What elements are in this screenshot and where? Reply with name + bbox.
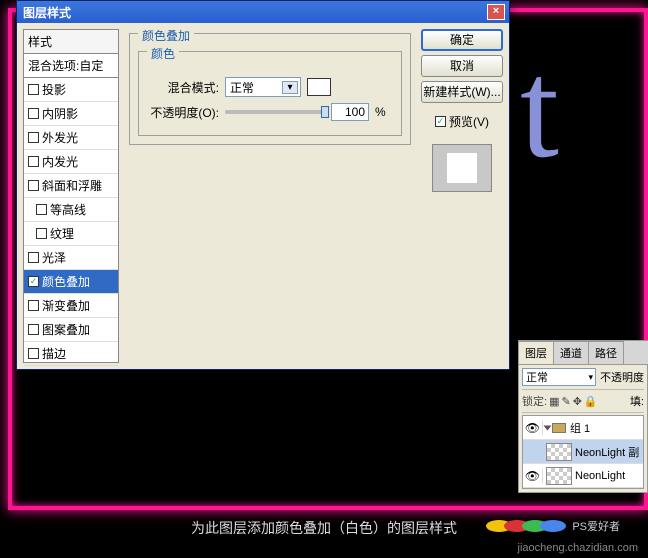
visibility-toggle[interactable]: 👁 [523,421,543,435]
checkbox[interactable] [28,324,39,335]
layer-thumb[interactable] [546,443,572,461]
checkbox[interactable] [28,180,39,191]
preview-checkbox-row[interactable]: 预览(V) [421,113,503,130]
folder-icon [552,423,566,433]
logo-text: PS爱好者 [572,518,620,534]
checkbox[interactable] [28,132,39,143]
lock-all-icon[interactable]: 🔒 [584,395,598,408]
styles-list: 样式 混合选项:自定 投影 内阴影 外发光 内发光 斜面和浮雕 等高线 纹理 光… [23,29,119,363]
effect-outer-glow[interactable]: 外发光 [24,126,118,150]
lock-paint-icon[interactable]: ✎ [561,395,570,408]
expand-icon[interactable] [544,425,552,430]
cancel-button[interactable]: 取消 [421,55,503,77]
visibility-toggle[interactable]: 👁 [523,469,543,483]
new-style-button[interactable]: 新建样式(W)... [421,81,503,103]
logo-disc-icon [540,520,566,532]
opacity-label: 不透明度(O): [147,104,219,121]
effect-pattern-overlay[interactable]: 图案叠加 [24,318,118,342]
blend-mode-label: 混合模式: [147,79,219,96]
ok-button[interactable]: 确定 [421,29,503,51]
overlay-color-swatch[interactable] [307,78,331,96]
watermark-url: jiaocheng.chazidian.com [518,542,638,554]
checkbox[interactable] [28,156,39,167]
preview-checkbox[interactable] [435,116,446,127]
effect-stroke[interactable]: 描边 [24,342,118,366]
color-fieldset: 颜色 混合模式: 正常 不透明度(O): % [138,51,402,136]
layer-name: NeonLight [575,470,625,482]
layer-blend-select[interactable]: 正常 [522,368,596,386]
effect-bevel-emboss[interactable]: 斜面和浮雕 [24,174,118,198]
opacity-slider[interactable] [225,110,325,114]
close-button[interactable]: × [487,4,505,20]
checkbox[interactable] [28,84,39,95]
fieldset-title: 颜色叠加 [138,27,194,44]
effect-color-overlay[interactable]: 颜色叠加 [24,270,118,294]
inner-fieldset-title: 颜色 [147,45,179,62]
opacity-unit: % [375,105,386,119]
layer-row-1[interactable]: NeonLight 副 [523,440,643,464]
effect-texture[interactable]: 纹理 [24,222,118,246]
layer-row-2[interactable]: 👁 NeonLight [523,464,643,488]
layers-panel: 图层 通道 路径 正常 不透明度 锁定: ▦ ✎ ✥ 🔒 填: 👁 [518,340,648,493]
effect-gradient-overlay[interactable]: 渐变叠加 [24,294,118,318]
checkbox[interactable] [28,252,39,263]
checkbox[interactable] [28,108,39,119]
fill-label: 填: [630,393,644,409]
checkbox[interactable] [28,300,39,311]
canvas-text: t [520,40,640,300]
effect-contour[interactable]: 等高线 [24,198,118,222]
opacity-mini-label: 不透明度 [600,369,644,385]
slider-thumb[interactable] [321,106,329,118]
layer-name: NeonLight 副 [575,444,639,460]
checkbox[interactable] [36,204,47,215]
lock-label: 锁定: [522,393,547,409]
preview-inner [447,153,477,183]
group-name: 组 1 [570,420,590,436]
tab-layers[interactable]: 图层 [518,341,554,364]
effect-drop-shadow[interactable]: 投影 [24,78,118,102]
blend-options-row[interactable]: 混合选项:自定 [24,54,118,78]
lock-position-icon[interactable]: ✥ [573,395,582,408]
preview-label: 预览(V) [449,113,489,130]
tab-channels[interactable]: 通道 [553,341,589,364]
dialog-buttons: 确定 取消 新建样式(W)... 预览(V) [421,29,503,363]
checkbox[interactable] [28,348,39,359]
checkbox[interactable] [36,228,47,239]
lock-transparency-icon[interactable]: ▦ [549,395,559,408]
checkbox[interactable] [28,276,39,287]
blend-mode-select[interactable]: 正常 [225,77,301,97]
layer-thumb[interactable] [546,467,572,485]
color-overlay-fieldset: 颜色叠加 颜色 混合模式: 正常 不透明度(O): % [129,33,411,145]
site-logo: PS爱好者 [486,518,620,534]
dialog-title: 图层样式 [21,4,487,21]
panel-tabs: 图层 通道 路径 [518,340,648,364]
layer-style-dialog: 图层样式 × 样式 混合选项:自定 投影 内阴影 外发光 内发光 斜面和浮雕 等… [16,0,510,370]
effect-inner-shadow[interactable]: 内阴影 [24,102,118,126]
effect-satin[interactable]: 光泽 [24,246,118,270]
titlebar[interactable]: 图层样式 × [17,1,509,23]
layers-list: 👁 组 1 NeonLight 副 👁 NeonLight [522,415,644,489]
preview-swatch [432,144,492,192]
tab-paths[interactable]: 路径 [588,341,624,364]
effect-inner-glow[interactable]: 内发光 [24,150,118,174]
effect-options-panel: 颜色叠加 颜色 混合模式: 正常 不透明度(O): % [125,29,415,363]
styles-header[interactable]: 样式 [24,30,118,54]
opacity-input[interactable] [331,103,369,121]
layer-group-row[interactable]: 👁 组 1 [523,416,643,440]
